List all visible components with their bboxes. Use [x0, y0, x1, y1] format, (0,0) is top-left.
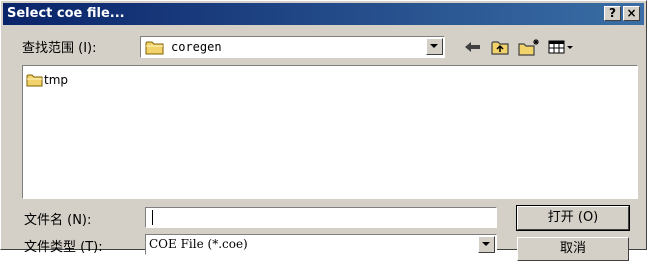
- file-type-value: COE File (*.coe): [149, 237, 248, 251]
- view-menu-icon[interactable]: [547, 38, 575, 56]
- list-item-name: tmp: [44, 73, 69, 87]
- folder-icon: [26, 74, 43, 90]
- up-folder-icon[interactable]: [490, 38, 510, 56]
- look-in-dropdown[interactable]: coregen: [140, 36, 445, 58]
- back-arrow-icon[interactable]: [463, 38, 483, 56]
- look-in-value: coregen: [171, 40, 222, 54]
- select-file-dialog: Select coe file... ? × 查找范围 (I): coregen: [0, 0, 647, 261]
- title-bar[interactable]: Select coe file... ? ×: [3, 3, 644, 25]
- open-button[interactable]: 打开 (O): [516, 205, 630, 231]
- file-name-input[interactable]: [145, 207, 497, 228]
- close-button[interactable]: ×: [623, 6, 640, 21]
- look-in-dropdown-button[interactable]: [426, 38, 443, 55]
- cancel-button[interactable]: 取消: [517, 237, 629, 261]
- help-button[interactable]: ?: [604, 6, 621, 21]
- new-folder-icon[interactable]: [517, 38, 541, 56]
- look-in-label: 查找范围 (I):: [22, 41, 97, 56]
- file-type-dropdown[interactable]: COE File (*.coe): [145, 234, 497, 255]
- file-type-label: 文件类型 (T):: [24, 240, 103, 255]
- file-list[interactable]: tmp: [22, 65, 638, 199]
- dialog-title: Select coe file...: [7, 6, 125, 21]
- file-type-dropdown-button[interactable]: [478, 236, 495, 253]
- text-caret: [152, 210, 153, 225]
- file-name-label: 文件名 (N):: [24, 213, 92, 228]
- folder-icon: [145, 40, 165, 58]
